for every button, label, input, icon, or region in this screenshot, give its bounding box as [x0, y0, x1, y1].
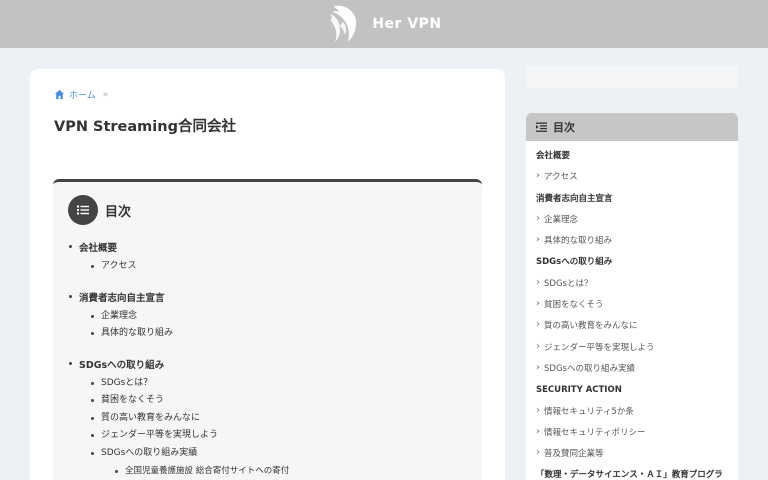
page-title: VPN Streaming合同会社: [54, 119, 236, 135]
toc-link-access[interactable]: アクセス: [101, 261, 137, 271]
sidebar-toc-item[interactable]: 企業理念: [536, 211, 738, 233]
toc-section: 会社概要 アクセス: [68, 240, 468, 276]
toc-item: 具体的な取り組み: [90, 325, 468, 343]
toc-item: 貧困をなくそう: [90, 392, 468, 410]
main-article-card: ホーム » VPN Streaming合同会社 目次 会社概要 アクセス 消費者…: [30, 69, 505, 480]
toc-header[interactable]: 目次: [68, 195, 131, 225]
sidebar-toc-item[interactable]: 普及賛同企業等: [536, 445, 738, 467]
toc-link-consumer-declaration[interactable]: 消費者志向自主宣言: [79, 293, 165, 304]
breadcrumb-home-link[interactable]: ホーム: [69, 88, 96, 101]
toc-list: 会社概要 アクセス 消費者志向自主宣言 企業理念 具体的な取り組み SDGsへの…: [68, 240, 468, 480]
toc-item: 質の高い教育をみんなに: [90, 410, 468, 428]
list-icon: [77, 205, 89, 215]
breadcrumb-separator: »: [102, 89, 109, 100]
toc-icon-badge: [68, 195, 98, 225]
site-title: Her VPN: [372, 16, 442, 32]
toc-sublist: 企業理念 具体的な取り組み: [90, 308, 468, 343]
toc-link-quality-education[interactable]: 質の高い教育をみんなに: [101, 413, 200, 423]
sidebar-widget-top: [526, 66, 738, 88]
toc-link-sdgs-results[interactable]: SDGsへの取り組み実績: [101, 448, 197, 458]
sidebar-toc-heading[interactable]: SDGsへの取り組み: [536, 254, 738, 275]
sidebar-toc-item[interactable]: 貧困をなくそう: [536, 296, 738, 318]
toc-item: SDGsへの取り組み実績 全国児童養護施設 総合寄付サイトへの寄付: [90, 445, 468, 480]
breadcrumb: ホーム »: [54, 88, 108, 101]
toc-link-what-is-sdgs[interactable]: SDGsとは？: [101, 378, 152, 388]
sidebar-toc-item[interactable]: アクセス: [536, 168, 738, 190]
toc-link-philosophy[interactable]: 企業理念: [101, 311, 137, 321]
toc-link-no-poverty[interactable]: 貧困をなくそう: [101, 395, 164, 405]
toc-title: 目次: [105, 204, 132, 220]
toc-link-sdgs[interactable]: SDGsへの取り組み: [79, 360, 164, 371]
toc-sublist: アクセス: [90, 258, 468, 276]
home-icon: [54, 89, 65, 100]
outline-list-icon: [536, 122, 547, 132]
sidebar-toc-item[interactable]: ジェンダー平等を実現しよう: [536, 339, 738, 361]
toc-sublist: 全国児童養護施設 総合寄付サイトへの寄付: [114, 463, 468, 480]
sidebar-toc-heading[interactable]: 消費者志向自主宣言: [536, 191, 738, 212]
woman-hair-silhouette-icon: [330, 5, 357, 42]
toc-link-company-overview[interactable]: 会社概要: [79, 243, 117, 254]
sidebar-toc-item[interactable]: 情報セキュリティ5か条: [536, 403, 738, 425]
toc-item: SDGsとは？: [90, 375, 468, 393]
toc-link-donation[interactable]: 全国児童養護施設 総合寄付サイトへの寄付: [125, 466, 289, 476]
toc-item: 企業理念: [90, 308, 468, 326]
sidebar-toc-item[interactable]: 情報セキュリティポリシー: [536, 424, 738, 446]
toc-section: 消費者志向自主宣言 企業理念 具体的な取り組み: [68, 290, 468, 343]
toc-item: アクセス: [90, 258, 468, 276]
table-of-contents: 目次 会社概要 アクセス 消費者志向自主宣言 企業理念 具体的な取り組み SDG…: [53, 179, 482, 480]
toc-section: SDGsへの取り組み SDGsとは？ 貧困をなくそう 質の高い教育をみんなに ジ…: [68, 357, 468, 480]
site-logo-link[interactable]: Her VPN: [326, 4, 441, 44]
toc-sublist: SDGsとは？ 貧困をなくそう 質の高い教育をみんなに ジェンダー平等を実現しよ…: [90, 375, 468, 480]
toc-link-initiatives[interactable]: 具体的な取り組み: [101, 328, 173, 338]
sidebar-toc-widget: 目次 会社概要 アクセス 消費者志向自主宣言 企業理念 具体的な取り組み SDG…: [526, 113, 738, 480]
sidebar-toc-heading[interactable]: 「数理・データサイエンス・ＡＩ」教育プログラ: [536, 467, 738, 480]
site-header: Her VPN: [0, 0, 768, 48]
sidebar-toc-title: 目次: [553, 121, 575, 134]
sidebar-toc-item[interactable]: 具体的な取り組み: [536, 232, 738, 254]
sidebar-toc-heading[interactable]: SECURITY ACTION: [536, 382, 738, 403]
toc-item: ジェンダー平等を実現しよう: [90, 427, 468, 445]
sidebar-toc-list: 会社概要 アクセス 消費者志向自主宣言 企業理念 具体的な取り組み SDGsへの…: [526, 141, 738, 480]
sidebar-toc-item[interactable]: SDGsへの取り組み実績: [536, 360, 738, 382]
sidebar-toc-heading[interactable]: 会社概要: [536, 148, 738, 169]
toc-link-gender-equality[interactable]: ジェンダー平等を実現しよう: [101, 430, 218, 440]
sidebar-toc-item[interactable]: SDGsとは？: [536, 275, 738, 297]
toc-item: 全国児童養護施設 総合寄付サイトへの寄付: [114, 463, 468, 480]
sidebar-toc-item[interactable]: 質の高い教育をみんなに: [536, 317, 738, 339]
sidebar-toc-header: 目次: [526, 113, 738, 141]
